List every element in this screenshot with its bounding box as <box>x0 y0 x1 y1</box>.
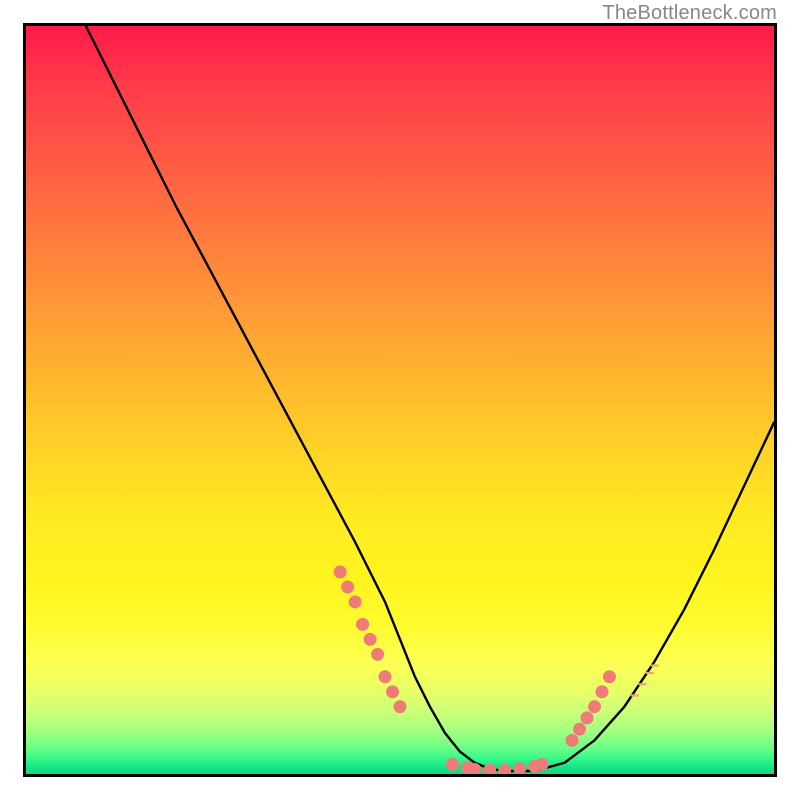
data-point-dot <box>573 723 586 736</box>
data-point-dot <box>536 758 549 771</box>
data-point-dot <box>371 648 384 661</box>
data-point-dot <box>603 670 616 683</box>
data-point-dot <box>349 595 362 608</box>
data-point-dot <box>364 633 377 646</box>
chart-frame: TheBottleneck.com <box>0 0 800 800</box>
data-point-dot <box>498 764 511 774</box>
data-point-dot <box>446 758 459 771</box>
data-point-dot <box>566 734 579 747</box>
data-point-dot <box>483 764 496 774</box>
data-point-dot <box>334 566 347 579</box>
data-point-dot <box>341 581 354 594</box>
bottom-cluster-dots <box>446 758 549 774</box>
data-point-dot <box>379 670 392 683</box>
data-point-dot <box>588 700 601 713</box>
data-point-dot <box>394 700 407 713</box>
bottleneck-curve <box>86 26 774 771</box>
data-point-dot <box>595 685 608 698</box>
data-point-dot <box>581 711 594 724</box>
left-cluster-dots <box>334 566 407 714</box>
watermark-text: TheBottleneck.com <box>602 2 777 25</box>
data-point-dot <box>386 685 399 698</box>
right-cluster-dots <box>566 670 616 747</box>
plot-area <box>23 23 777 777</box>
data-point-dot <box>513 762 526 774</box>
data-point-dot <box>356 618 369 631</box>
chart-svg <box>26 26 774 774</box>
